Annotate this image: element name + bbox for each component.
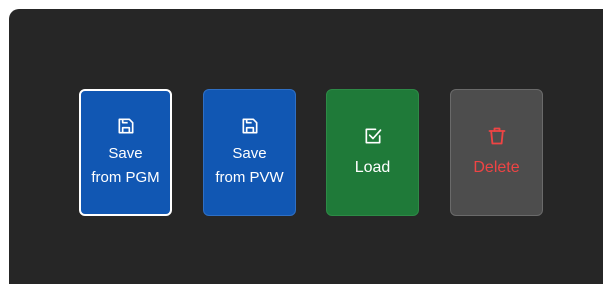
load-label: Load: [354, 158, 391, 176]
checkbox-icon: [365, 128, 381, 143]
save-from-pgm-label: Save from PGM: [91, 144, 160, 186]
preset-panel: Save from PGM Save from PVW Load Delete: [9, 9, 603, 284]
delete-button[interactable]: Delete: [450, 89, 543, 216]
floppy-disk-icon: [242, 118, 257, 133]
save-from-pvw-button[interactable]: Save from PVW: [203, 89, 296, 216]
floppy-disk-icon: [118, 118, 133, 133]
save-from-pgm-button[interactable]: Save from PGM: [79, 89, 172, 216]
load-button[interactable]: Load: [326, 89, 419, 216]
delete-label: Delete: [473, 158, 520, 176]
trash-icon: [488, 127, 505, 144]
save-from-pvw-label: Save from PVW: [215, 144, 284, 186]
